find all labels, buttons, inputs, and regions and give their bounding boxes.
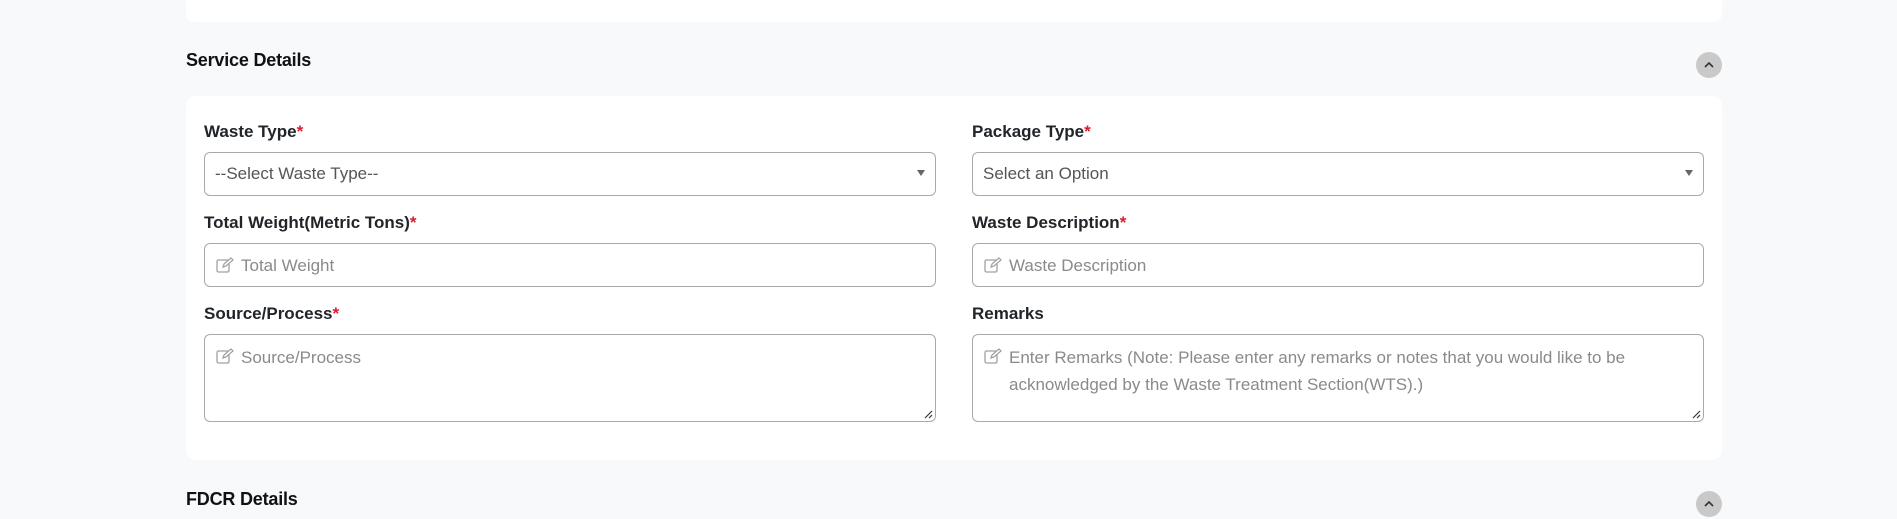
collapse-fdcr-details-button[interactable]	[1696, 491, 1722, 517]
fdcr-details-header: FDCR Details	[186, 489, 1722, 519]
source-process-label: Source/Process	[204, 304, 333, 323]
previous-section-card	[186, 0, 1722, 22]
total-weight-input[interactable]: Total Weight	[204, 243, 936, 287]
edit-icon	[216, 348, 234, 364]
remarks-placeholder: Enter Remarks (Note: Please enter any re…	[1009, 348, 1626, 394]
caret-down-icon	[1685, 170, 1693, 176]
remarks-label: Remarks	[972, 304, 1044, 323]
waste-type-field: Waste Type* --Select Waste Type--	[204, 120, 936, 196]
total-weight-label: Total Weight(Metric Tons)	[204, 213, 410, 232]
resize-handle-icon[interactable]	[1691, 409, 1701, 419]
required-mark: *	[1084, 122, 1091, 141]
service-details-header: Service Details	[186, 50, 1722, 80]
required-mark: *	[409, 213, 417, 232]
edit-icon	[216, 257, 234, 273]
source-process-placeholder: Source/Process	[241, 348, 361, 367]
package-type-select[interactable]: Select an Option	[972, 152, 1704, 196]
section-title: Service Details	[186, 50, 312, 70]
waste-description-field: Waste Description* Waste Description	[972, 211, 1704, 287]
waste-type-select-value: --Select Waste Type--	[215, 164, 379, 183]
remarks-textarea[interactable]: Enter Remarks (Note: Please enter any re…	[972, 334, 1704, 422]
required-mark: *	[332, 304, 340, 323]
chevron-up-icon	[1704, 62, 1714, 68]
waste-description-label: Waste Description	[972, 213, 1120, 232]
waste-description-input[interactable]: Waste Description	[972, 243, 1704, 287]
package-type-field: Package Type* Select an Option	[972, 120, 1704, 196]
edit-icon	[984, 348, 1002, 364]
source-process-field: Source/Process* Source/Process	[204, 302, 936, 422]
package-type-select-value: Select an Option	[983, 164, 1109, 183]
chevron-up-icon	[1704, 501, 1714, 507]
source-process-textarea[interactable]: Source/Process	[204, 334, 936, 422]
waste-type-select[interactable]: --Select Waste Type--	[204, 152, 936, 196]
required-mark: *	[296, 122, 304, 141]
service-details-card: Waste Type* --Select Waste Type-- Packag…	[186, 96, 1722, 460]
total-weight-placeholder: Total Weight	[241, 256, 335, 275]
waste-type-label: Waste Type	[204, 122, 297, 141]
edit-icon	[984, 257, 1002, 273]
total-weight-field: Total Weight(Metric Tons)* Total Weight	[204, 211, 936, 287]
remarks-field: Remarks Enter Remarks (Note: Please ente…	[972, 302, 1704, 422]
waste-description-placeholder: Waste Description	[1009, 256, 1147, 275]
collapse-service-details-button[interactable]	[1696, 52, 1722, 78]
resize-handle-icon[interactable]	[923, 409, 933, 419]
required-mark: *	[1119, 213, 1127, 232]
caret-down-icon	[917, 170, 925, 176]
package-type-label: Package Type	[972, 122, 1085, 141]
section-title: FDCR Details	[186, 489, 298, 509]
